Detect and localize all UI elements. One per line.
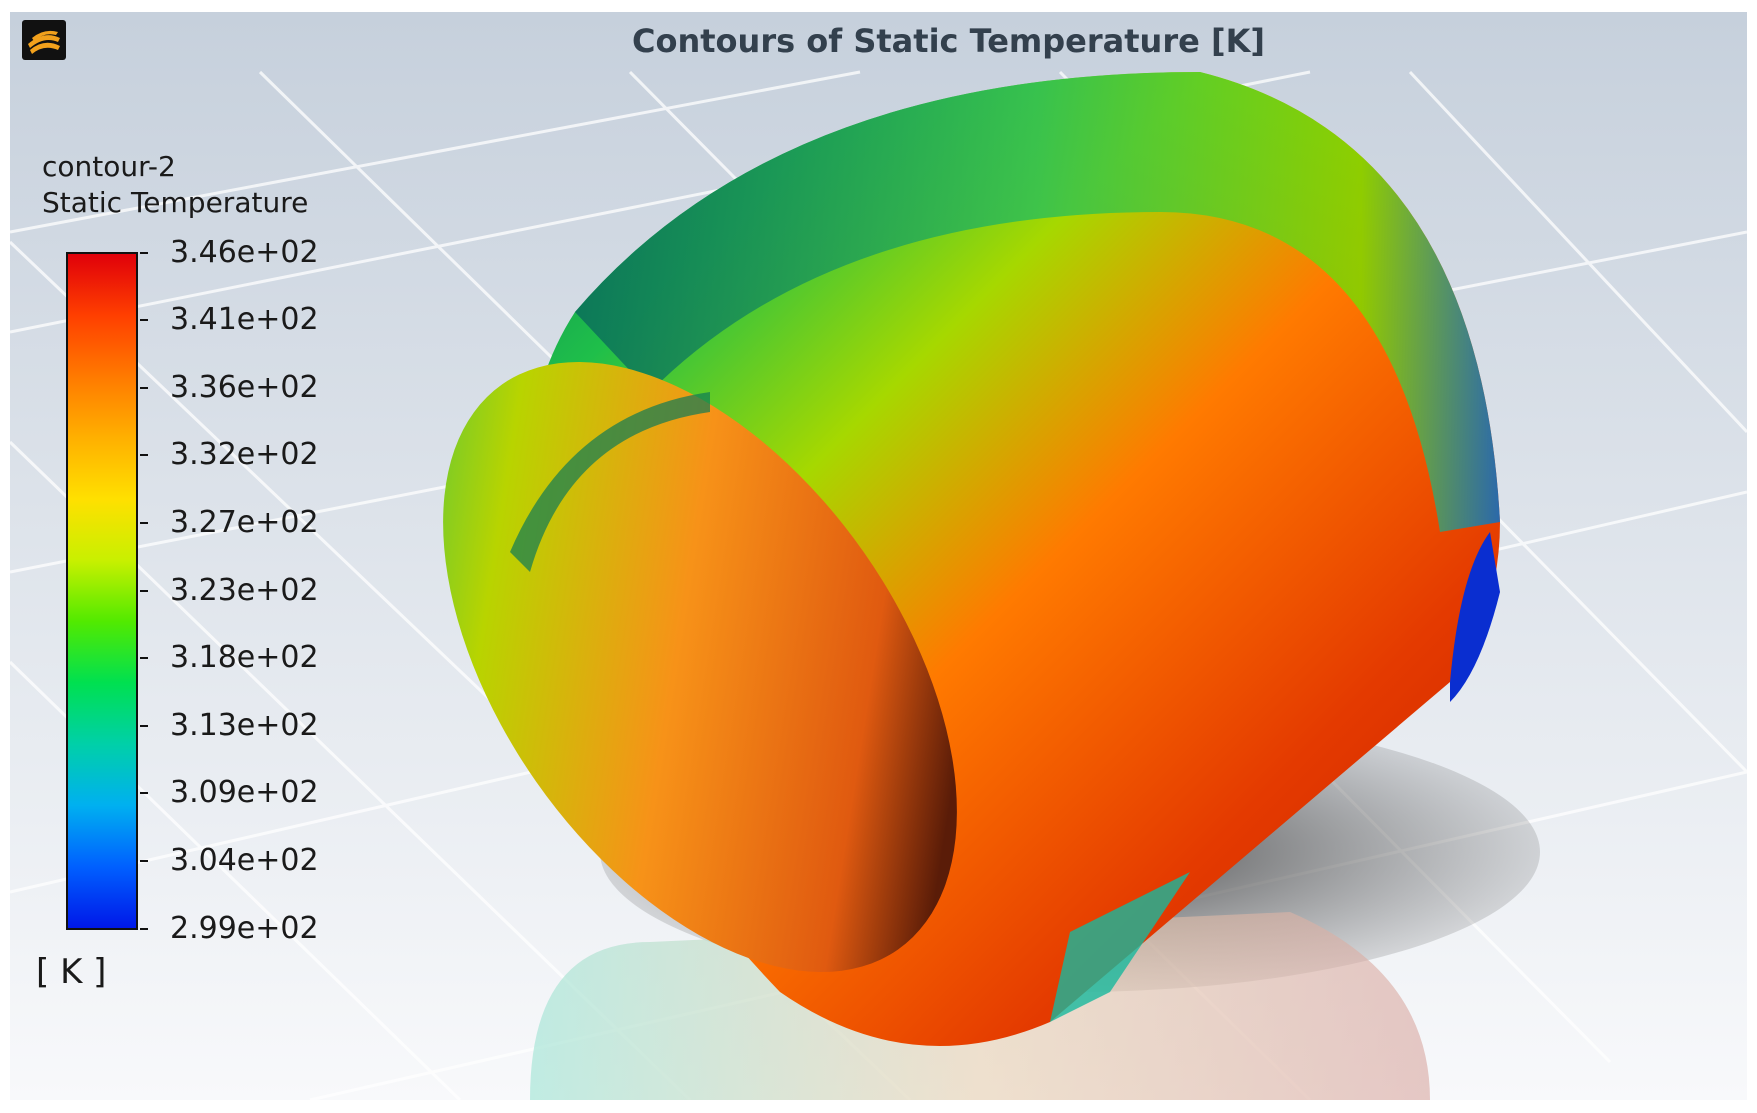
plot-title: Contours of Static Temperature [K] (632, 22, 1265, 60)
colorbar-tick-label: 2.99e+02 (170, 911, 319, 946)
colorbar-tick (140, 252, 148, 254)
colorbar-tick-label: 3.36e+02 (170, 370, 319, 405)
colorbar (66, 252, 138, 930)
colorbar-tick-label: 3.46e+02 (170, 235, 319, 270)
legend-quantity-label: Static Temperature (42, 186, 309, 219)
colorbar-tick-label: 3.41e+02 (170, 302, 319, 337)
colorbar-tick-label: 3.04e+02 (170, 843, 319, 878)
colorbar-tick-label: 3.23e+02 (170, 573, 319, 608)
colorbar-tick (140, 454, 148, 456)
colorbar-tick (140, 792, 148, 794)
colorbar-tick-label: 3.32e+02 (170, 437, 319, 472)
graphics-viewport[interactable]: Contours of Static Temperature [K] conto… (10, 12, 1747, 1100)
colorbar-tick-label: 3.18e+02 (170, 640, 319, 675)
colorbar-tick (140, 590, 148, 592)
legend-contour-name: contour-2 (42, 150, 176, 183)
colorbar-tick (140, 725, 148, 727)
colorbar-tick-label: 3.13e+02 (170, 708, 319, 743)
colorbar-tick-label: 3.27e+02 (170, 505, 319, 540)
colorbar-tick (140, 860, 148, 862)
colorbar-tick (140, 387, 148, 389)
colorbar-tick (140, 657, 148, 659)
colorbar-tick (140, 522, 148, 524)
legend-units: [ K ] (36, 952, 107, 992)
colorbar-tick-label: 3.09e+02 (170, 775, 319, 810)
colorbar-tick (140, 319, 148, 321)
colorbar-tick (140, 928, 148, 930)
